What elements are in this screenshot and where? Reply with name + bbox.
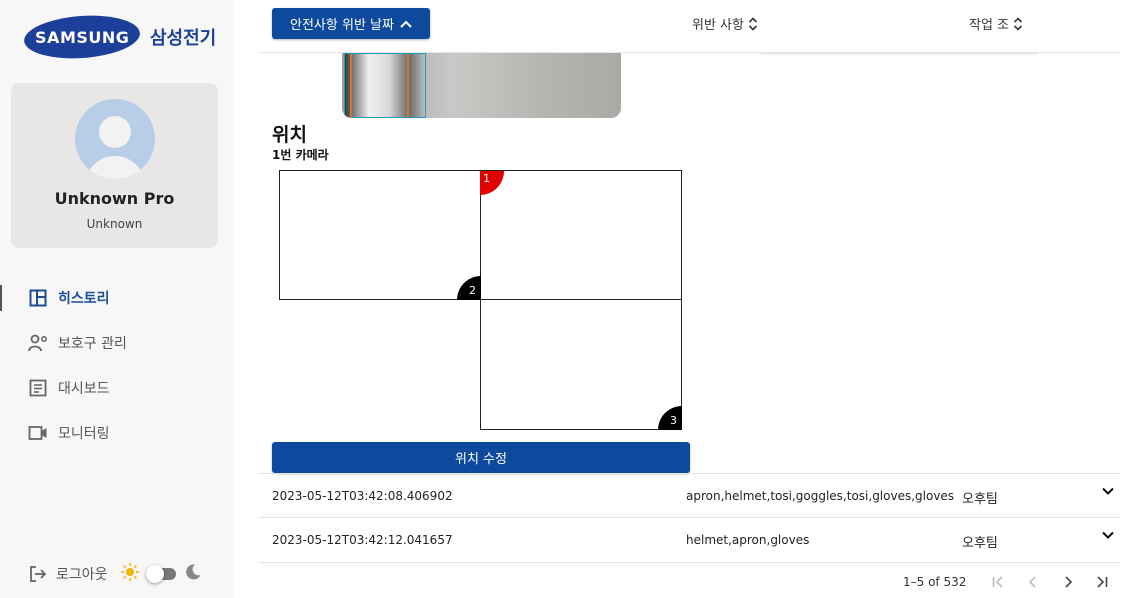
row-timestamp: 2023-05-12T03:42:08.406902 [272,489,453,503]
brand-name: 삼성전기 [150,28,217,49]
zone-box[interactable] [480,299,682,430]
detail-panel: 위치 1번 카메라 1 2 3 위치 수정 [258,53,1120,473]
zone-box[interactable] [480,170,682,300]
video-camera-icon [28,423,48,443]
chevron-down-icon[interactable] [1101,484,1115,498]
row-timestamp: 2023-05-12T03:42:12.041657 [272,533,453,547]
dashboard-layout-icon [28,288,48,308]
main-content: 안전사항 위반 날짜 위반 사항 작업 조 위치 1번 카메라 1 2 3 위치… [258,0,1120,598]
profile-name: Unknown Pro [54,189,175,208]
date-sort-button[interactable]: 안전사항 위반 날짜 [272,8,430,39]
sidebar: SAMSUNG 삼성전기 Unknown Pro Unknown 히스토리 보호… [0,0,233,598]
pagination-info: 1–5 of 532 [903,575,967,589]
sort-icon [748,16,758,32]
profile-card: Unknown Pro Unknown [11,83,218,248]
app-window: SAMSUNG 삼성전기 Unknown Pro Unknown 히스토리 보호… [0,0,1144,598]
zone-marker-2[interactable]: 2 [457,276,481,300]
sidebar-item-label: 히스토리 [58,290,110,307]
sidebar-item-dashboard[interactable]: 대시보드 [0,365,233,410]
scrollbar-track[interactable] [1120,0,1144,598]
logout-icon[interactable] [28,564,48,584]
table-row[interactable]: 2023-05-12T03:42:12.041657 helmet,apron,… [258,517,1120,561]
first-page-icon[interactable] [988,572,1008,592]
zone-marker-3[interactable]: 3 [658,406,682,430]
moon-icon [184,563,202,585]
chevron-up-icon [400,17,412,31]
sidebar-item-label: 대시보드 [58,380,110,397]
brand-logo[interactable]: SAMSUNG 삼성전기 [22,12,217,62]
edit-location-button[interactable]: 위치 수정 [272,442,690,473]
pagination-bar: 1–5 of 532 [258,562,1120,598]
zone-marker-label: 2 [469,284,476,297]
team-column-header[interactable]: 작업 조 [969,14,1023,33]
sidebar-item-label: 모니터링 [58,425,110,442]
violation-photo [342,53,621,118]
sidebar-item-equipment[interactable]: 보호구 관리 [0,320,233,365]
violation-column-label: 위반 사항 [692,18,744,33]
sidebar-nav: 히스토리 보호구 관리 대시보드 모니터링 [0,275,233,455]
list-document-icon [28,378,48,398]
samsung-logo-text: SAMSUNG [34,27,130,47]
samsung-logo: SAMSUNG [22,12,142,62]
sidebar-item-label: 보호구 관리 [58,335,127,352]
zone-box[interactable] [279,170,481,300]
row-violations: helmet,apron,gloves [686,533,810,547]
sidebar-item-history[interactable]: 히스토리 [0,275,233,320]
row-team: 오후팀 [962,536,998,551]
detection-box [344,53,426,118]
row-team: 오후팀 [962,492,998,507]
chevron-down-icon[interactable] [1101,528,1115,542]
violation-column-header[interactable]: 위반 사항 [692,14,758,33]
team-column-label: 작업 조 [969,18,1010,33]
date-sort-label: 안전사항 위반 날짜 [290,18,394,33]
logout-area: 로그아웃 [28,562,202,586]
location-title: 위치 [272,124,307,146]
theme-switch [120,562,202,586]
zone-marker-label: 3 [670,414,677,427]
sidebar-item-monitoring[interactable]: 모니터링 [0,410,233,455]
camera-label: 1번 카메라 [272,148,329,162]
table-row[interactable]: 2023-05-12T03:42:08.406902 apron,helmet,… [258,473,1120,517]
last-page-icon[interactable] [1092,572,1112,592]
row-violations: apron,helmet,tosi,goggles,tosi,gloves,gl… [686,489,955,503]
sort-icon [1013,16,1023,32]
user-gear-icon [28,333,48,353]
profile-role: Unknown [86,217,143,231]
theme-toggle[interactable] [145,565,176,583]
zone-marker-label: 1 [483,172,490,185]
next-page-icon[interactable] [1058,572,1078,592]
zone-marker-1[interactable]: 1 [480,171,504,195]
table-header: 안전사항 위반 날짜 위반 사항 작업 조 [258,0,1120,53]
logout-label[interactable]: 로그아웃 [56,564,108,584]
avatar [75,99,155,179]
sun-icon [120,562,140,586]
prev-page-icon[interactable] [1023,572,1043,592]
